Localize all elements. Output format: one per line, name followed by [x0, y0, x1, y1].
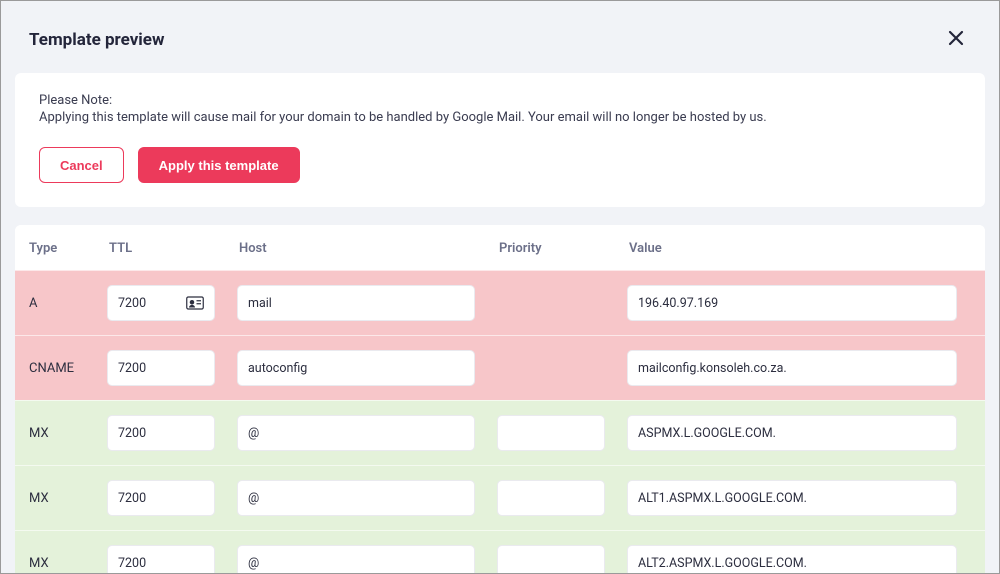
- col-type: Type: [27, 241, 107, 256]
- host-input[interactable]: @: [237, 545, 475, 574]
- priority-input[interactable]: [497, 545, 605, 574]
- host-input[interactable]: @: [237, 480, 475, 516]
- ttl-cell: 7200: [107, 545, 237, 574]
- value-cell: 196.40.97.169: [627, 285, 967, 321]
- table-row: MX 7200 @ ASPMX.L.GOOGLE.COM.: [15, 400, 985, 465]
- host-input[interactable]: @: [237, 415, 475, 451]
- host-cell: @: [237, 415, 497, 451]
- value-value: ASPMX.L.GOOGLE.COM.: [638, 426, 946, 441]
- priority-cell: [497, 545, 627, 574]
- priority-input[interactable]: [497, 415, 605, 451]
- col-host: Host: [237, 241, 497, 256]
- value-input[interactable]: ALT2.ASPMX.L.GOOGLE.COM.: [627, 545, 957, 574]
- priority-cell: [497, 285, 627, 321]
- template-preview-modal: Template preview Please Note: Applying t…: [0, 0, 1000, 574]
- table-row: MX 7200 @ ALT1.ASPMX.L.GOOGLE.COM.: [15, 465, 985, 530]
- button-row: Cancel Apply this template: [39, 147, 961, 183]
- table-row: A 7200 mail 196.40.97.169: [15, 270, 985, 335]
- priority-cell: [497, 415, 627, 451]
- priority-input[interactable]: [497, 480, 605, 516]
- value-cell: ALT2.ASPMX.L.GOOGLE.COM.: [627, 545, 967, 574]
- host-input[interactable]: autoconfig: [237, 350, 475, 386]
- host-input[interactable]: mail: [237, 285, 475, 321]
- record-type: MX: [27, 491, 107, 506]
- col-ttl: TTL: [107, 241, 237, 256]
- ttl-cell: 7200: [107, 415, 237, 451]
- ttl-value: 7200: [118, 491, 186, 506]
- modal-title: Template preview: [29, 30, 164, 50]
- value-input[interactable]: mailconfig.konsoleh.co.za.: [627, 350, 957, 386]
- dns-records-table: Type TTL Host Priority Value A 7200 mail: [15, 225, 985, 574]
- value-value: mailconfig.konsoleh.co.za.: [638, 361, 946, 376]
- value-value: 196.40.97.169: [638, 296, 946, 311]
- value-cell: ALT1.ASPMX.L.GOOGLE.COM.: [627, 480, 967, 516]
- host-cell: @: [237, 480, 497, 516]
- cancel-button[interactable]: Cancel: [39, 147, 124, 183]
- value-value: ALT2.ASPMX.L.GOOGLE.COM.: [638, 556, 946, 571]
- ttl-value: 7200: [118, 296, 186, 311]
- host-value: @: [248, 426, 464, 441]
- ttl-cell: 7200: [107, 480, 237, 516]
- host-cell: @: [237, 545, 497, 574]
- note-card: Please Note: Applying this template will…: [15, 73, 985, 207]
- ttl-input[interactable]: 7200: [107, 350, 215, 386]
- host-cell: autoconfig: [237, 350, 497, 386]
- table-header-row: Type TTL Host Priority Value: [15, 225, 985, 270]
- ttl-input[interactable]: 7200: [107, 545, 215, 574]
- col-priority: Priority: [497, 241, 627, 256]
- host-cell: mail: [237, 285, 497, 321]
- host-value: autoconfig: [248, 361, 464, 376]
- apply-template-button[interactable]: Apply this template: [138, 147, 300, 183]
- value-value: ALT1.ASPMX.L.GOOGLE.COM.: [638, 491, 946, 506]
- table-row: CNAME 7200 autoconfig mailconfig.konsole…: [15, 335, 985, 400]
- host-value: @: [248, 556, 464, 571]
- ttl-input[interactable]: 7200: [107, 285, 215, 321]
- value-cell: mailconfig.konsoleh.co.za.: [627, 350, 967, 386]
- ttl-value: 7200: [118, 361, 186, 376]
- close-icon: [947, 27, 965, 52]
- ttl-value: 7200: [118, 556, 186, 571]
- priority-cell: [497, 480, 627, 516]
- priority-cell: [497, 350, 627, 386]
- value-input[interactable]: ASPMX.L.GOOGLE.COM.: [627, 415, 957, 451]
- host-value: mail: [248, 296, 464, 311]
- value-input[interactable]: ALT1.ASPMX.L.GOOGLE.COM.: [627, 480, 957, 516]
- value-input[interactable]: 196.40.97.169: [627, 285, 957, 321]
- ttl-input[interactable]: 7200: [107, 480, 215, 516]
- ttl-cell: 7200: [107, 350, 237, 386]
- host-value: @: [248, 491, 464, 506]
- record-type: MX: [27, 426, 107, 441]
- record-type: MX: [27, 556, 107, 571]
- record-type: A: [27, 296, 107, 311]
- value-cell: ASPMX.L.GOOGLE.COM.: [627, 415, 967, 451]
- close-button[interactable]: [941, 25, 971, 55]
- ttl-cell: 7200: [107, 285, 237, 321]
- modal-header: Template preview: [1, 1, 999, 67]
- col-value: Value: [627, 241, 967, 256]
- ttl-input[interactable]: 7200: [107, 415, 215, 451]
- record-type: CNAME: [27, 361, 107, 376]
- ttl-value: 7200: [118, 426, 186, 441]
- table-row: MX 7200 @ ALT2.ASPMX.L.GOOGLE.COM.: [15, 530, 985, 574]
- note-label: Please Note:: [39, 93, 961, 108]
- contact-card-icon: [186, 296, 204, 310]
- note-body: Applying this template will cause mail f…: [39, 110, 961, 125]
